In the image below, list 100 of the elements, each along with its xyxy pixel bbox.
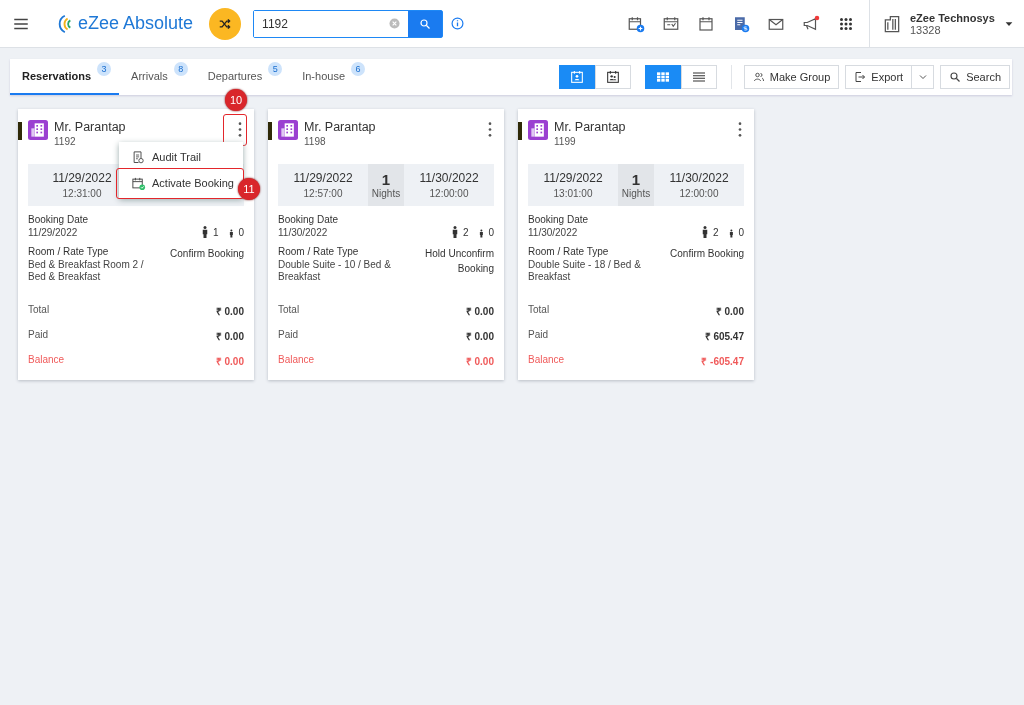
step-marker: 10 [225, 89, 247, 111]
booking-status: Hold Unconfirm Booking [424, 247, 494, 276]
search-button[interactable]: Search [940, 65, 1010, 89]
departure-time: 12:00:00 [429, 188, 469, 199]
reservation-number: 1192 [54, 136, 77, 147]
view-toggle[interactable] [558, 65, 595, 89]
arrival-time: 13:01:00 [553, 188, 593, 199]
status-stripe [518, 122, 522, 140]
guest-name: Mr. Parantap [304, 120, 376, 134]
guest-name: Mr. Parantap [554, 120, 626, 134]
child-count: 0 [238, 227, 244, 238]
booking-date: 11/29/2022 [28, 227, 79, 238]
group-icon [752, 71, 765, 83]
more-icon [488, 122, 492, 137]
more-icon [738, 122, 742, 137]
arrival-date: 11/29/2022 [543, 171, 603, 185]
arrival-time: 12:57:00 [303, 188, 343, 199]
search-bar[interactable]: 1192 [253, 9, 444, 38]
count-badge: 8 [173, 62, 188, 76]
total-label: Total [278, 304, 300, 317]
menu-item[interactable]: Activate Booking [119, 170, 236, 196]
list-icon [690, 69, 707, 85]
booking-status: Confirm Booking [670, 247, 744, 261]
app-name: eZee Absolute [78, 13, 194, 34]
adult-count: 2 [712, 227, 719, 238]
hotel-icon [528, 120, 548, 140]
audit-icon [131, 149, 146, 165]
building-icon [882, 13, 902, 34]
balance-label: Balance [278, 354, 315, 367]
balance-amount: ₹ -605.47 [701, 355, 744, 368]
room-label: Room / Rate Type [278, 246, 360, 257]
nights-label: Nights [621, 188, 651, 199]
booking-date: 11/30/2022 [278, 227, 329, 238]
adult-count: 2 [462, 227, 469, 238]
status-stripe [268, 122, 272, 140]
shuffle-button[interactable] [209, 7, 242, 40]
departure-date: 11/30/2022 [419, 171, 479, 185]
reservation-number: 1198 [304, 136, 327, 147]
total-label: Total [28, 304, 50, 317]
arrival-date: 11/29/2022 [293, 171, 353, 185]
arrival-date: 11/29/2022 [52, 171, 112, 185]
paid-amount: ₹ 0.00 [215, 330, 244, 343]
booking-status: Confirm Booking [170, 247, 244, 261]
count-badge: 6 [351, 62, 365, 76]
room-label: Room / Rate Type [528, 246, 610, 257]
paid-label: Paid [528, 329, 548, 342]
megaphone-icon[interactable] [802, 14, 820, 33]
room-rate-type: Double Suite - 18 / Bed & Breakfast [528, 259, 642, 282]
booking-date: 11/30/2022 [528, 227, 579, 238]
hotel-icon [278, 120, 298, 140]
calendar-check-icon [131, 175, 146, 191]
calendar-add-icon[interactable] [627, 14, 645, 33]
more-icon [238, 122, 242, 137]
paid-label: Paid [28, 329, 48, 342]
step-marker: 11 [238, 178, 260, 200]
layout-toggle[interactable] [644, 65, 681, 89]
invoice-icon[interactable] [732, 14, 750, 33]
reservation-number: 1199 [554, 136, 577, 147]
export-icon [854, 71, 867, 83]
booking-date-label: Booking Date [278, 214, 339, 225]
count-badge: 5 [268, 62, 283, 76]
booking-date-label: Booking Date [28, 214, 89, 225]
info-icon[interactable] [451, 17, 465, 30]
shuffle-icon [218, 16, 233, 31]
property-selector[interactable]: eZee Technosys 13328 [869, 0, 1024, 47]
child-count: 0 [738, 227, 744, 238]
nights-label: Nights [371, 188, 401, 199]
arrival-time: 12:31:00 [62, 188, 102, 199]
status-stripe [18, 122, 22, 140]
balance-amount: ₹ 0.00 [215, 355, 244, 368]
adult-count: 1 [212, 227, 219, 238]
booking-date-label: Booking Date [528, 214, 589, 225]
child-count: 0 [488, 227, 494, 238]
guest-name: Mr. Parantap [54, 120, 126, 134]
hotel-icon [28, 120, 48, 140]
search-icon [419, 17, 432, 30]
total-amount: ₹ 0.00 [465, 305, 494, 318]
paid-label: Paid [278, 329, 298, 342]
calendar-icon[interactable] [697, 14, 715, 33]
nights-count: 1 [631, 171, 641, 188]
export-button[interactable]: Export [845, 65, 913, 89]
total-amount: ₹ 0.00 [715, 305, 744, 318]
nights-count: 1 [381, 171, 391, 188]
menu-item[interactable]: Audit Trail [119, 144, 203, 170]
departure-date: 11/30/2022 [669, 171, 729, 185]
balance-amount: ₹ 0.00 [465, 355, 494, 368]
calendar-people-icon [604, 69, 621, 85]
total-amount: ₹ 0.00 [215, 305, 244, 318]
room-label: Room / Rate Type [28, 246, 110, 257]
make-group-button[interactable]: Make Group [743, 65, 840, 89]
balance-label: Balance [28, 354, 65, 367]
calendar-check-icon[interactable] [662, 14, 680, 33]
departure-time: 12:00:00 [679, 188, 719, 199]
grid-icon [654, 69, 671, 85]
paid-amount: ₹ 0.00 [465, 330, 494, 343]
search-button[interactable] [408, 10, 443, 37]
calendar-person-icon [568, 69, 585, 85]
count-badge: 3 [97, 62, 112, 76]
balance-label: Balance [528, 354, 565, 367]
search-icon [949, 71, 962, 83]
